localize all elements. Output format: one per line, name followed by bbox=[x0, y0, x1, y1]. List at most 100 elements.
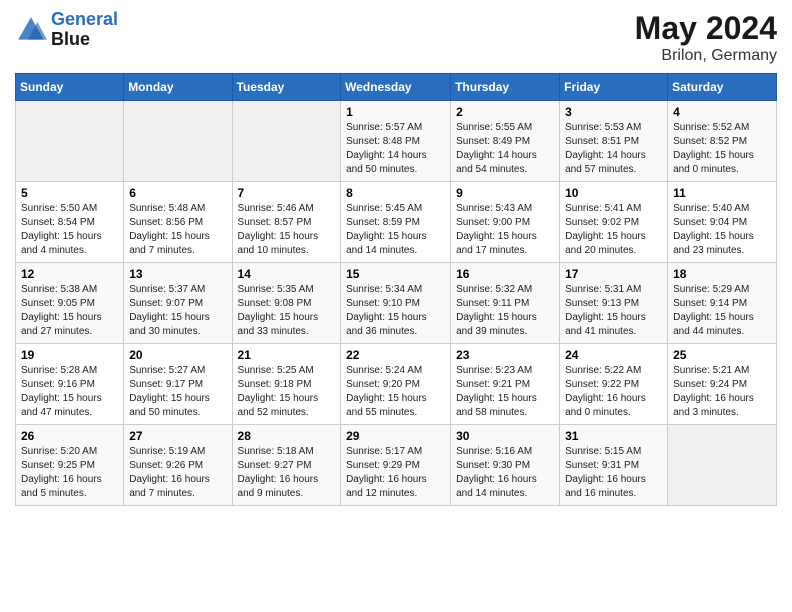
header-wednesday: Wednesday bbox=[341, 74, 451, 101]
day-info: Sunrise: 5:17 AMSunset: 9:29 PMDaylight:… bbox=[346, 445, 445, 501]
day-number: 11 bbox=[673, 186, 771, 200]
day-number: 26 bbox=[21, 429, 118, 443]
calendar-cell: 20Sunrise: 5:27 AMSunset: 9:17 PMDayligh… bbox=[124, 344, 232, 425]
day-number: 14 bbox=[238, 267, 336, 281]
calendar-cell: 18 Sunrise: 5:29 AMSunset: 9:14 PMDayligh… bbox=[668, 263, 777, 344]
calendar-week-2: 5 Sunrise: 5:50 AMSunset: 8:54 PMDaylight… bbox=[16, 182, 777, 263]
calendar-cell: 31Sunrise: 5:15 AMSunset: 9:31 PMDayligh… bbox=[560, 425, 668, 506]
day-number: 13 bbox=[129, 267, 226, 281]
header-tuesday: Tuesday bbox=[232, 74, 341, 101]
day-number: 22 bbox=[346, 348, 445, 362]
day-number: 9 bbox=[456, 186, 554, 200]
header-monday: Monday bbox=[124, 74, 232, 101]
day-number: 17 bbox=[565, 267, 662, 281]
logo-icon bbox=[15, 14, 47, 46]
calendar-cell: 14 Sunrise: 5:35 AMSunset: 9:08 PMDayligh… bbox=[232, 263, 341, 344]
day-number: 21 bbox=[238, 348, 336, 362]
calendar-cell: 5 Sunrise: 5:50 AMSunset: 8:54 PMDaylight… bbox=[16, 182, 124, 263]
day-number: 23 bbox=[456, 348, 554, 362]
calendar-cell: 17 Sunrise: 5:31 AMSunset: 9:13 PMDayligh… bbox=[560, 263, 668, 344]
calendar-cell: 28Sunrise: 5:18 AMSunset: 9:27 PMDayligh… bbox=[232, 425, 341, 506]
day-number: 10 bbox=[565, 186, 662, 200]
header-thursday: Thursday bbox=[451, 74, 560, 101]
day-number: 16 bbox=[456, 267, 554, 281]
day-info: Sunrise: 5:38 AMSunset: 9:05 PMDaylight:… bbox=[21, 283, 118, 339]
calendar-cell: 19Sunrise: 5:28 AMSunset: 9:16 PMDayligh… bbox=[16, 344, 124, 425]
day-info: Sunrise: 5:46 AMSunset: 8:57 PMDaylight:… bbox=[238, 202, 336, 258]
day-info: Sunrise: 5:41 AMSunset: 9:02 PMDaylight:… bbox=[565, 202, 662, 258]
day-info: Sunrise: 5:29 AMSunset: 9:14 PMDaylight:… bbox=[673, 283, 771, 339]
calendar-cell: 2Sunrise: 5:55 AMSunset: 8:49 PMDaylight… bbox=[451, 101, 560, 182]
calendar-cell: 21Sunrise: 5:25 AMSunset: 9:18 PMDayligh… bbox=[232, 344, 341, 425]
calendar-cell: 4Sunrise: 5:52 AMSunset: 8:52 PMDaylight… bbox=[668, 101, 777, 182]
calendar-week-5: 26 Sunrise: 5:20 AMSunset: 9:25 PMDayligh… bbox=[16, 425, 777, 506]
calendar-cell bbox=[232, 101, 341, 182]
day-info: Sunrise: 5:34 AMSunset: 9:10 PMDaylight:… bbox=[346, 283, 445, 339]
day-info: Sunrise: 5:28 AMSunset: 9:16 PMDaylight:… bbox=[21, 364, 118, 420]
day-number: 25 bbox=[673, 348, 771, 362]
logo: General Blue bbox=[15, 10, 118, 50]
day-info: Sunrise: 5:45 AMSunset: 8:59 PMDaylight:… bbox=[346, 202, 445, 258]
calendar-week-3: 12Sunrise: 5:38 AMSunset: 9:05 PMDayligh… bbox=[16, 263, 777, 344]
day-number: 3 bbox=[565, 105, 662, 119]
day-info: Sunrise: 5:35 AMSunset: 9:08 PMDaylight:… bbox=[238, 283, 336, 339]
day-info: Sunrise: 5:50 AMSunset: 8:54 PMDaylight:… bbox=[21, 202, 118, 258]
header-sunday: Sunday bbox=[16, 74, 124, 101]
day-number: 24 bbox=[565, 348, 662, 362]
day-info: Sunrise: 5:23 AMSunset: 9:21 PMDaylight:… bbox=[456, 364, 554, 420]
calendar-cell: 13 Sunrise: 5:37 AMSunset: 9:07 PMDayligh… bbox=[124, 263, 232, 344]
calendar-cell bbox=[124, 101, 232, 182]
day-number: 27 bbox=[129, 429, 226, 443]
day-info: Sunrise: 5:40 AMSunset: 9:04 PMDaylight:… bbox=[673, 202, 771, 258]
calendar-cell: 15 Sunrise: 5:34 AMSunset: 9:10 PMDayligh… bbox=[341, 263, 451, 344]
logo-text-blue: Blue bbox=[51, 30, 118, 50]
day-number: 31 bbox=[565, 429, 662, 443]
day-number: 7 bbox=[238, 186, 336, 200]
calendar-cell: 16 Sunrise: 5:32 AMSunset: 9:11 PMDayligh… bbox=[451, 263, 560, 344]
day-info: Sunrise: 5:48 AMSunset: 8:56 PMDaylight:… bbox=[129, 202, 226, 258]
calendar-cell: 29 Sunrise: 5:17 AMSunset: 9:29 PMDayligh… bbox=[341, 425, 451, 506]
calendar-cell: 11 Sunrise: 5:40 AMSunset: 9:04 PMDayligh… bbox=[668, 182, 777, 263]
day-number: 15 bbox=[346, 267, 445, 281]
page-header: General Blue May 2024 Brilon, Germany bbox=[15, 10, 777, 65]
day-number: 5 bbox=[21, 186, 118, 200]
day-number: 8 bbox=[346, 186, 445, 200]
day-info: Sunrise: 5:31 AMSunset: 9:13 PMDaylight:… bbox=[565, 283, 662, 339]
calendar-cell: 6 Sunrise: 5:48 AMSunset: 8:56 PMDaylight… bbox=[124, 182, 232, 263]
day-info: Sunrise: 5:19 AMSunset: 9:26 PMDaylight:… bbox=[129, 445, 226, 501]
day-number: 18 bbox=[673, 267, 771, 281]
calendar-cell: 24 Sunrise: 5:22 AMSunset: 9:22 PMDayligh… bbox=[560, 344, 668, 425]
day-number: 20 bbox=[129, 348, 226, 362]
calendar-cell bbox=[16, 101, 124, 182]
location-title: Brilon, Germany bbox=[635, 47, 777, 65]
day-info: Sunrise: 5:16 AMSunset: 9:30 PMDaylight:… bbox=[456, 445, 554, 501]
day-number: 6 bbox=[129, 186, 226, 200]
day-info: Sunrise: 5:52 AMSunset: 8:52 PMDaylight:… bbox=[673, 121, 771, 177]
calendar-cell bbox=[668, 425, 777, 506]
calendar-cell: 12Sunrise: 5:38 AMSunset: 9:05 PMDayligh… bbox=[16, 263, 124, 344]
month-title: May 2024 bbox=[635, 10, 777, 47]
day-info: Sunrise: 5:20 AMSunset: 9:25 PMDaylight:… bbox=[21, 445, 118, 501]
day-info: Sunrise: 5:55 AMSunset: 8:49 PMDaylight:… bbox=[456, 121, 554, 177]
calendar-body: 1Sunrise: 5:57 AMSunset: 8:48 PMDaylight… bbox=[16, 101, 777, 506]
calendar-cell: 25Sunrise: 5:21 AMSunset: 9:24 PMDayligh… bbox=[668, 344, 777, 425]
calendar-cell: 9 Sunrise: 5:43 AMSunset: 9:00 PMDaylight… bbox=[451, 182, 560, 263]
header-saturday: Saturday bbox=[668, 74, 777, 101]
logo-text-general: General bbox=[51, 10, 118, 30]
calendar-cell: 30Sunrise: 5:16 AMSunset: 9:30 PMDayligh… bbox=[451, 425, 560, 506]
day-number: 28 bbox=[238, 429, 336, 443]
day-info: Sunrise: 5:43 AMSunset: 9:00 PMDaylight:… bbox=[456, 202, 554, 258]
header-friday: Friday bbox=[560, 74, 668, 101]
day-number: 29 bbox=[346, 429, 445, 443]
day-info: Sunrise: 5:22 AMSunset: 9:22 PMDaylight:… bbox=[565, 364, 662, 420]
calendar-cell: 23 Sunrise: 5:23 AMSunset: 9:21 PMDayligh… bbox=[451, 344, 560, 425]
calendar-cell: 10 Sunrise: 5:41 AMSunset: 9:02 PMDayligh… bbox=[560, 182, 668, 263]
day-info: Sunrise: 5:32 AMSunset: 9:11 PMDaylight:… bbox=[456, 283, 554, 339]
calendar-header-row: SundayMondayTuesdayWednesdayThursdayFrid… bbox=[16, 74, 777, 101]
calendar-cell: 26 Sunrise: 5:20 AMSunset: 9:25 PMDayligh… bbox=[16, 425, 124, 506]
calendar-cell: 22Sunrise: 5:24 AMSunset: 9:20 PMDayligh… bbox=[341, 344, 451, 425]
day-number: 1 bbox=[346, 105, 445, 119]
calendar-table: SundayMondayTuesdayWednesdayThursdayFrid… bbox=[15, 73, 777, 506]
calendar-cell: 1Sunrise: 5:57 AMSunset: 8:48 PMDaylight… bbox=[341, 101, 451, 182]
day-info: Sunrise: 5:37 AMSunset: 9:07 PMDaylight:… bbox=[129, 283, 226, 339]
